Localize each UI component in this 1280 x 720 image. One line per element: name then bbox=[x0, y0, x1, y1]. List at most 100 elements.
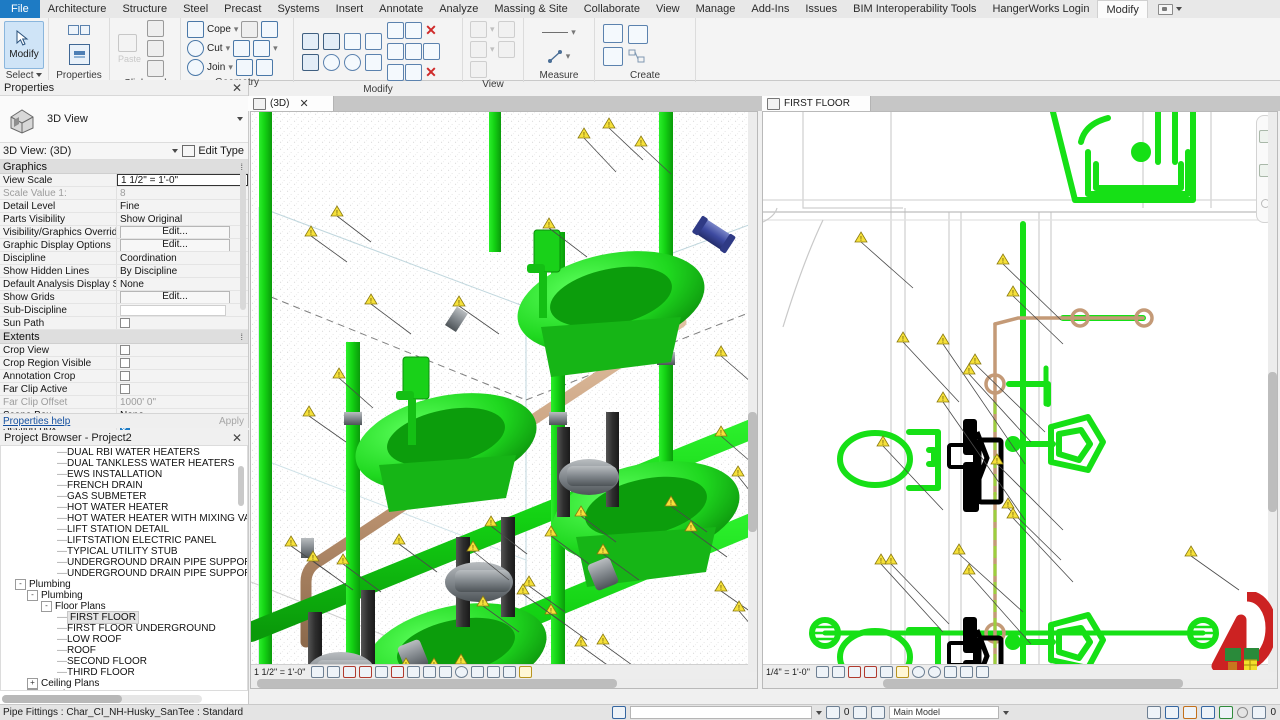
edit-type-button[interactable]: Edit Type bbox=[182, 145, 248, 157]
viewport-plan-vscrollbar[interactable] bbox=[1268, 112, 1277, 672]
tree-item-detail[interactable]: —DUAL RBI WATER HEATERS bbox=[1, 447, 247, 458]
type-dropdown-icon[interactable] bbox=[237, 117, 243, 121]
sun-path-icon[interactable] bbox=[343, 666, 356, 678]
menu-item-structure[interactable]: Structure bbox=[114, 0, 175, 18]
property-edit-button[interactable]: Edit... bbox=[120, 226, 230, 238]
collapse-icon[interactable]: - bbox=[27, 590, 38, 601]
split-face-icon[interactable] bbox=[233, 40, 250, 57]
expand-icon[interactable]: + bbox=[27, 678, 38, 689]
exclude-options-icon[interactable] bbox=[1237, 707, 1248, 718]
tree-item-3d-views[interactable]: +3D Views bbox=[1, 689, 247, 691]
worksharing-display-icon[interactable] bbox=[519, 666, 532, 678]
property-row[interactable]: Sun Path bbox=[0, 317, 248, 330]
editable-only-icon[interactable] bbox=[853, 706, 867, 719]
inquire-icon[interactable] bbox=[256, 59, 273, 76]
property-value[interactable]: Edit... bbox=[117, 291, 248, 303]
view-scale-plan[interactable]: 1/4" = 1'-0" bbox=[766, 667, 810, 677]
properties-help-link[interactable]: Properties help bbox=[0, 416, 70, 427]
tree-item-plumbing-discipline[interactable]: -Plumbing bbox=[1, 579, 247, 590]
menu-item-view[interactable]: View bbox=[648, 0, 688, 18]
property-value[interactable] bbox=[117, 304, 248, 316]
property-value[interactable] bbox=[117, 357, 248, 369]
visual-style-icon[interactable] bbox=[832, 666, 845, 678]
browser-horizontal-scrollbar[interactable] bbox=[2, 695, 202, 703]
create-group-icon[interactable] bbox=[603, 47, 623, 66]
tree-item-detail[interactable]: —LIFT STATION DETAIL bbox=[1, 524, 247, 535]
chevron-down-icon[interactable] bbox=[816, 711, 822, 715]
tree-item-detail[interactable]: —UNDERGROUND DRAIN PIPE SUPPORT B bbox=[1, 568, 247, 579]
drag-on-hover-icon[interactable] bbox=[1219, 706, 1233, 719]
warnings-icon[interactable] bbox=[1252, 706, 1266, 719]
expand-icon[interactable]: + bbox=[27, 689, 38, 691]
close-icon[interactable]: ✕ bbox=[230, 431, 244, 445]
model-3d-canvas[interactable]: !!!!!!!!!!!!!!!!!!!!!!!!!!!!!!!!!!! bbox=[251, 112, 757, 688]
reveal-icon[interactable] bbox=[498, 41, 515, 58]
constraints-icon[interactable] bbox=[976, 666, 989, 678]
browser-vertical-scrollbar[interactable] bbox=[238, 466, 244, 506]
analytical-model-icon[interactable] bbox=[960, 666, 973, 678]
property-row[interactable]: Visibility/Graphics OverridesEdit... bbox=[0, 226, 248, 239]
property-row[interactable]: Detail LevelFine bbox=[0, 200, 248, 213]
tree-item-plan-second-floor[interactable]: —SECOND FLOOR bbox=[1, 656, 247, 667]
reveal-hidden-icon[interactable] bbox=[455, 666, 468, 678]
viewport-3d[interactable]: !!!!!!!!!!!!!!!!!!!!!!!!!!!!!!!!!!! 1 1/… bbox=[250, 111, 758, 689]
match-type-icon[interactable] bbox=[147, 60, 164, 77]
property-row[interactable]: Show Hidden LinesBy Discipline bbox=[0, 265, 248, 278]
cut-row[interactable]: Cut ▾ ▾ bbox=[187, 39, 278, 57]
view-tab-first-floor[interactable]: FIRST FLOOR bbox=[762, 96, 871, 111]
property-edit-button[interactable]: Edit... bbox=[120, 291, 230, 303]
unpin-icon[interactable] bbox=[405, 22, 422, 39]
mirror-pick-axis-icon[interactable] bbox=[344, 33, 361, 50]
tree-item-plan-roof[interactable]: —ROOF bbox=[1, 645, 247, 656]
filter-icon[interactable] bbox=[826, 706, 840, 719]
tree-item-detail[interactable]: —HOT WATER HEATER WITH MIXING VALVE bbox=[1, 513, 247, 524]
shadows-icon[interactable] bbox=[864, 666, 877, 678]
menu-item-modify[interactable]: Modify bbox=[1097, 0, 1147, 18]
crop-region-icon[interactable] bbox=[896, 666, 909, 678]
crop-region-icon[interactable] bbox=[407, 666, 420, 678]
select-underlay-icon[interactable] bbox=[1165, 706, 1179, 719]
property-row[interactable]: Crop Region Visible bbox=[0, 357, 248, 370]
pin-icon[interactable] bbox=[423, 43, 440, 60]
tree-item-detail[interactable]: —FRENCH DRAIN bbox=[1, 480, 247, 491]
property-row[interactable]: Crop View bbox=[0, 344, 248, 357]
tree-item-plan-first-floor-underground[interactable]: —FIRST FLOOR UNDERGROUND bbox=[1, 623, 247, 634]
cope-row[interactable]: Cope ▾ bbox=[187, 20, 278, 38]
menu-item-analyze[interactable]: Analyze bbox=[431, 0, 486, 18]
property-value[interactable] bbox=[117, 317, 248, 329]
property-value[interactable]: Show Original bbox=[117, 213, 248, 225]
menu-item-bim-interoperability-tools[interactable]: BIM Interoperability Tools bbox=[845, 0, 984, 18]
viewport-3d-hscrollbar[interactable] bbox=[251, 679, 758, 688]
crop-view-icon[interactable] bbox=[391, 666, 404, 678]
menu-overflow[interactable] bbox=[1152, 0, 1188, 18]
move-icon[interactable] bbox=[302, 54, 319, 71]
reveal-hidden-icon[interactable] bbox=[928, 666, 941, 678]
apply-button[interactable]: Apply bbox=[219, 416, 244, 427]
property-row[interactable]: Parts VisibilityShow Original bbox=[0, 213, 248, 226]
tree-item-detail[interactable]: —DUAL TANKLESS WATER HEATERS bbox=[1, 458, 247, 469]
scale-icon[interactable] bbox=[405, 43, 422, 60]
detail-level-icon[interactable] bbox=[311, 666, 324, 678]
tree-item-detail[interactable]: —GAS SUBMETER bbox=[1, 491, 247, 502]
tree-item-plan-first-floor[interactable]: —FIRST FLOOR bbox=[1, 612, 247, 623]
menu-item-architecture[interactable]: Architecture bbox=[40, 0, 115, 18]
crop-view-icon[interactable] bbox=[880, 666, 893, 678]
edit-geometry-icon[interactable] bbox=[236, 59, 253, 76]
tree-item-ceiling-plans[interactable]: +Ceiling Plans bbox=[1, 678, 247, 689]
menu-item-steel[interactable]: Steel bbox=[175, 0, 216, 18]
split-element-icon[interactable] bbox=[387, 22, 404, 39]
shadows-icon[interactable] bbox=[359, 666, 372, 678]
view-scale-3d[interactable]: 1 1/2" = 1'-0" bbox=[254, 667, 305, 677]
temporary-hide-isolate-icon[interactable] bbox=[912, 666, 925, 678]
property-value[interactable]: 8 bbox=[117, 187, 248, 199]
menu-item-precast[interactable]: Precast bbox=[216, 0, 269, 18]
tree-item-detail[interactable]: —TYPICAL UTILITY STUB bbox=[1, 546, 247, 557]
trim-multiple-icon[interactable] bbox=[405, 64, 422, 81]
property-checkbox[interactable] bbox=[120, 358, 130, 368]
visual-style-icon[interactable] bbox=[327, 666, 340, 678]
menu-item-annotate[interactable]: Annotate bbox=[371, 0, 431, 18]
view-hide-icon[interactable] bbox=[498, 21, 515, 38]
modify-button[interactable]: Modify bbox=[4, 21, 44, 69]
detail-level-icon[interactable] bbox=[816, 666, 829, 678]
collapse-icon[interactable]: - bbox=[15, 579, 26, 590]
